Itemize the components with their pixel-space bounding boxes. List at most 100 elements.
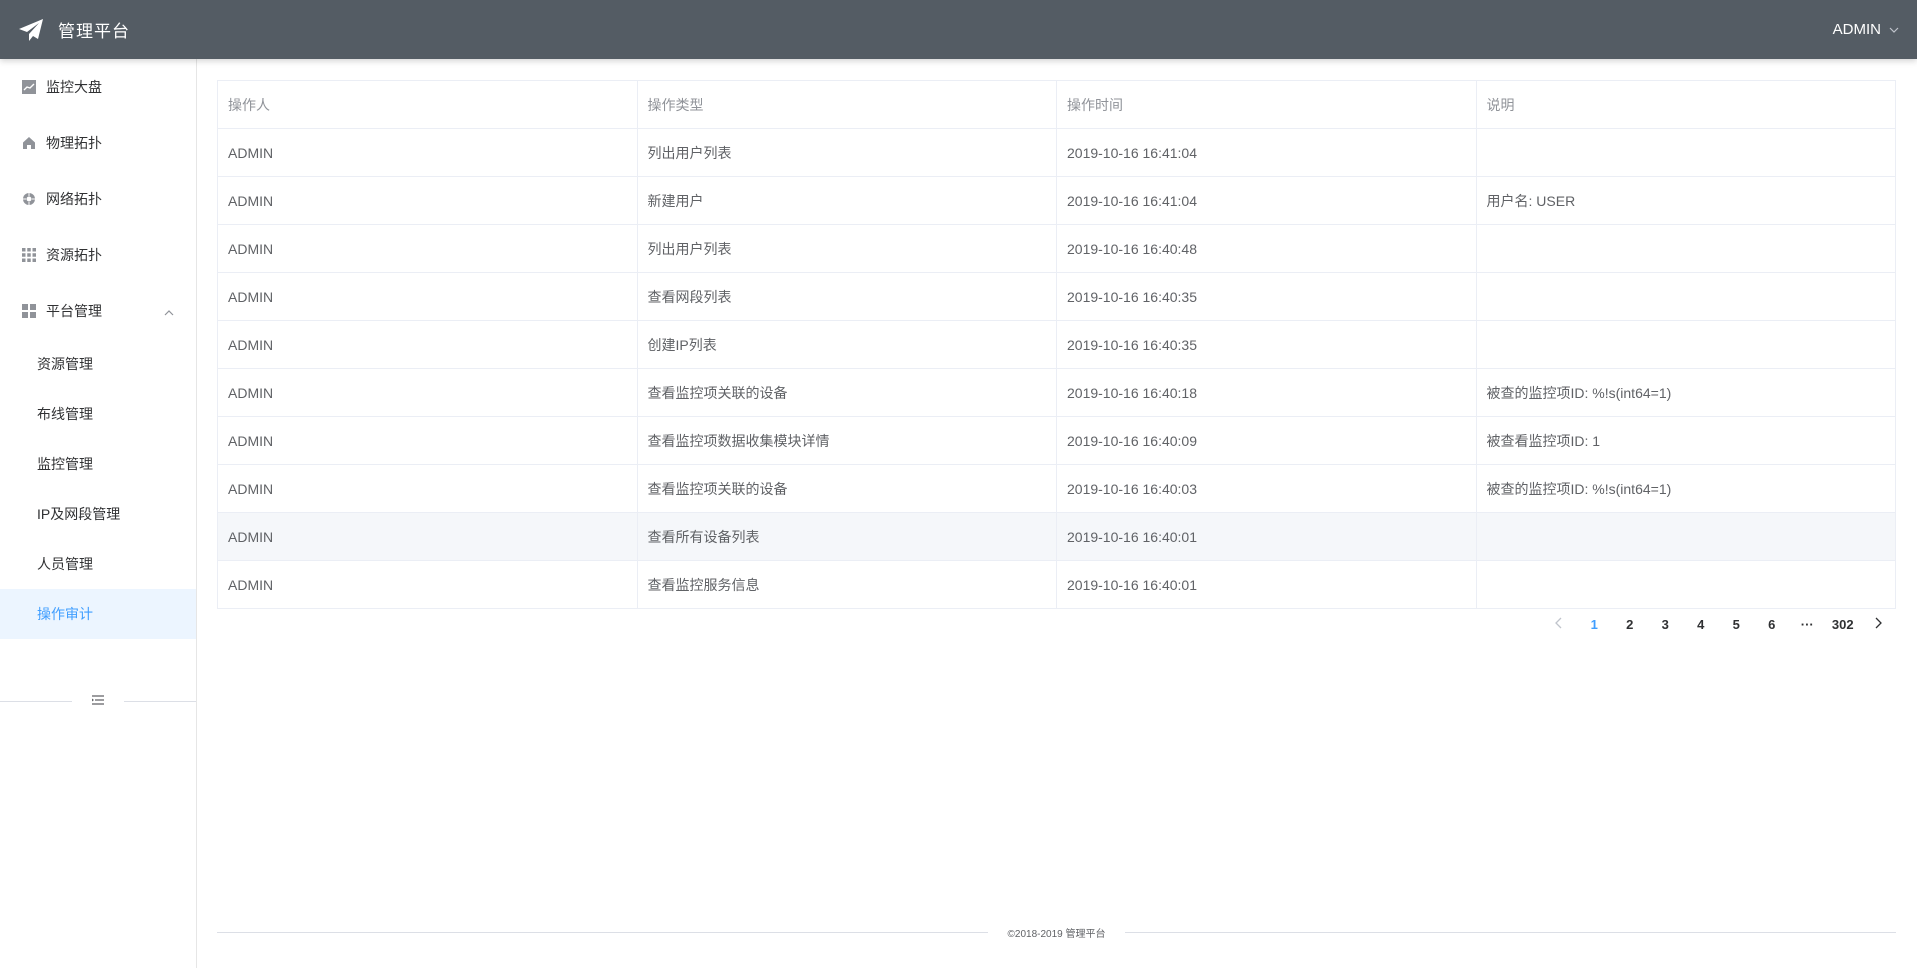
cell-description [1475, 560, 1896, 609]
chevron-right-icon [1874, 617, 1883, 632]
cell-operation-type: 列出用户列表 [636, 128, 1057, 177]
cell-operation-time: 2019-10-16 16:40:01 [1056, 560, 1477, 609]
sidebar-item-platform-management[interactable]: 平台管理 [0, 283, 196, 339]
collapse-toggle-button[interactable] [72, 692, 124, 710]
cell-operator: ADMIN [217, 416, 638, 465]
sidebar-subitem-ip-management[interactable]: IP及网段管理 [0, 489, 196, 539]
cell-operation-time: 2019-10-16 16:40:03 [1056, 464, 1477, 513]
cell-operation-type: 新建用户 [636, 176, 1057, 225]
sidebar-subitem-operation-audit[interactable]: 操作审计 [0, 589, 196, 639]
brand[interactable]: 管理平台 [18, 17, 130, 43]
sidebar-subitem-label: IP及网段管理 [37, 506, 121, 522]
app-title: 管理平台 [58, 22, 130, 41]
top-header: 管理平台 ADMIN [0, 0, 1917, 59]
chevron-down-icon [1889, 25, 1899, 35]
page-button-last[interactable]: 302 [1825, 610, 1861, 638]
sidebar-item-network-topology[interactable]: 网络拓扑 [0, 171, 196, 227]
page-button-2[interactable]: 2 [1612, 610, 1648, 638]
menu-fold-icon [92, 692, 104, 710]
cell-operation-time: 2019-10-16 16:40:35 [1056, 272, 1477, 321]
divider [1125, 931, 1896, 933]
grid-icon [21, 247, 37, 263]
chevron-up-icon [164, 305, 174, 316]
cell-operation-type: 查看网段列表 [636, 272, 1057, 321]
sidebar-subitem-label: 资源管理 [37, 356, 93, 372]
column-header-operation-type[interactable]: 操作类型 [636, 80, 1057, 129]
cell-operation-type: 查看所有设备列表 [636, 512, 1057, 561]
page-button-3[interactable]: 3 [1648, 610, 1684, 638]
more-pages-button[interactable]: ··· [1790, 610, 1826, 638]
sidebar-item-dashboard[interactable]: 监控大盘 [0, 59, 196, 115]
network-icon [21, 191, 37, 207]
table-row[interactable]: ADMIN 查看监控项关联的设备 2019-10-16 16:40:18 被查的… [217, 368, 1896, 417]
table-row[interactable]: ADMIN 查看所有设备列表 2019-10-16 16:40:01 [217, 512, 1896, 561]
cell-operation-time: 2019-10-16 16:41:04 [1056, 176, 1477, 225]
cell-description [1475, 512, 1896, 561]
sidebar-item-resource-topology[interactable]: 资源拓扑 [0, 227, 196, 283]
page-button-6[interactable]: 6 [1754, 610, 1790, 638]
cell-operation-type: 创建IP列表 [636, 320, 1057, 369]
table-row[interactable]: ADMIN 列出用户列表 2019-10-16 16:40:48 [217, 224, 1896, 273]
line-chart-icon [21, 79, 37, 95]
cell-operation-type: 查看监控项关联的设备 [636, 368, 1057, 417]
sidebar-subitem-resource-management[interactable]: 资源管理 [0, 339, 196, 389]
table-row[interactable]: ADMIN 列出用户列表 2019-10-16 16:41:04 [217, 128, 1896, 177]
sidebar-item-label: 物理拓扑 [46, 135, 102, 151]
cell-operator: ADMIN [217, 128, 638, 177]
main-content: 操作人 操作类型 操作时间 说明 ADMIN 列出用户列表 2019-10-16… [217, 80, 1896, 609]
next-page-button[interactable] [1861, 610, 1897, 638]
cell-operation-time: 2019-10-16 16:40:18 [1056, 368, 1477, 417]
sidebar-item-label: 监控大盘 [46, 79, 102, 95]
cell-description [1475, 224, 1896, 273]
page-button-4[interactable]: 4 [1683, 610, 1719, 638]
page-button-5[interactable]: 5 [1719, 610, 1755, 638]
cell-description: 被查的监控项ID: %!s(int64=1) [1475, 368, 1896, 417]
sidebar-subitem-label: 操作审计 [37, 606, 93, 622]
prev-page-button[interactable] [1541, 610, 1577, 638]
column-header-operator[interactable]: 操作人 [217, 80, 638, 129]
sidebar-item-label: 平台管理 [46, 303, 102, 319]
cell-description: 被查的监控项ID: %!s(int64=1) [1475, 464, 1896, 513]
cell-operator: ADMIN [217, 176, 638, 225]
user-menu[interactable]: ADMIN [1833, 21, 1899, 38]
cell-operator: ADMIN [217, 560, 638, 609]
sidebar: 监控大盘 物理拓扑 网络拓扑 资源拓扑 平台管理 资源管理 布线管理 监控管理 … [0, 59, 197, 968]
table-row[interactable]: ADMIN 创建IP列表 2019-10-16 16:40:35 [217, 320, 1896, 369]
table-row[interactable]: ADMIN 查看监控服务信息 2019-10-16 16:40:01 [217, 560, 1896, 609]
sidebar-collapse-bar [0, 691, 196, 711]
column-header-operation-time[interactable]: 操作时间 [1056, 80, 1477, 129]
cell-operation-time: 2019-10-16 16:40:09 [1056, 416, 1477, 465]
table-header-row: 操作人 操作类型 操作时间 说明 [217, 80, 1896, 129]
sidebar-subitem-label: 布线管理 [37, 406, 93, 422]
column-header-description[interactable]: 说明 [1475, 80, 1896, 129]
cell-operation-time: 2019-10-16 16:40:35 [1056, 320, 1477, 369]
sidebar-item-label: 资源拓扑 [46, 247, 102, 263]
cell-operator: ADMIN [217, 464, 638, 513]
table-row[interactable]: ADMIN 查看监控项数据收集模块详情 2019-10-16 16:40:09 … [217, 416, 1896, 465]
sidebar-item-physical-topology[interactable]: 物理拓扑 [0, 115, 196, 171]
cell-operator: ADMIN [217, 224, 638, 273]
cell-operation-time: 2019-10-16 16:40:48 [1056, 224, 1477, 273]
sidebar-subitem-label: 监控管理 [37, 456, 93, 472]
audit-table: 操作人 操作类型 操作时间 说明 ADMIN 列出用户列表 2019-10-16… [217, 80, 1896, 609]
sidebar-item-label: 网络拓扑 [46, 191, 102, 207]
paper-plane-icon [18, 17, 44, 43]
table-row[interactable]: ADMIN 查看监控项关联的设备 2019-10-16 16:40:03 被查的… [217, 464, 1896, 513]
table-row[interactable]: ADMIN 新建用户 2019-10-16 16:41:04 用户名: USER [217, 176, 1896, 225]
table-row[interactable]: ADMIN 查看网段列表 2019-10-16 16:40:35 [217, 272, 1896, 321]
cell-description: 被查看监控项ID: 1 [1475, 416, 1896, 465]
page-button-1[interactable]: 1 [1577, 610, 1613, 638]
cell-description [1475, 128, 1896, 177]
cell-description [1475, 272, 1896, 321]
pagination: 1 2 3 4 5 6 ··· 302 [217, 604, 1896, 644]
home-icon [21, 135, 37, 151]
cell-operation-type: 查看监控服务信息 [636, 560, 1057, 609]
sidebar-subitem-monitor-management[interactable]: 监控管理 [0, 439, 196, 489]
cell-operation-type: 列出用户列表 [636, 224, 1057, 273]
apps-icon [21, 303, 37, 319]
sidebar-subitem-cabling-management[interactable]: 布线管理 [0, 389, 196, 439]
divider [0, 700, 72, 702]
sidebar-subitem-personnel-management[interactable]: 人员管理 [0, 539, 196, 589]
cell-operation-type: 查看监控项关联的设备 [636, 464, 1057, 513]
cell-operation-time: 2019-10-16 16:41:04 [1056, 128, 1477, 177]
